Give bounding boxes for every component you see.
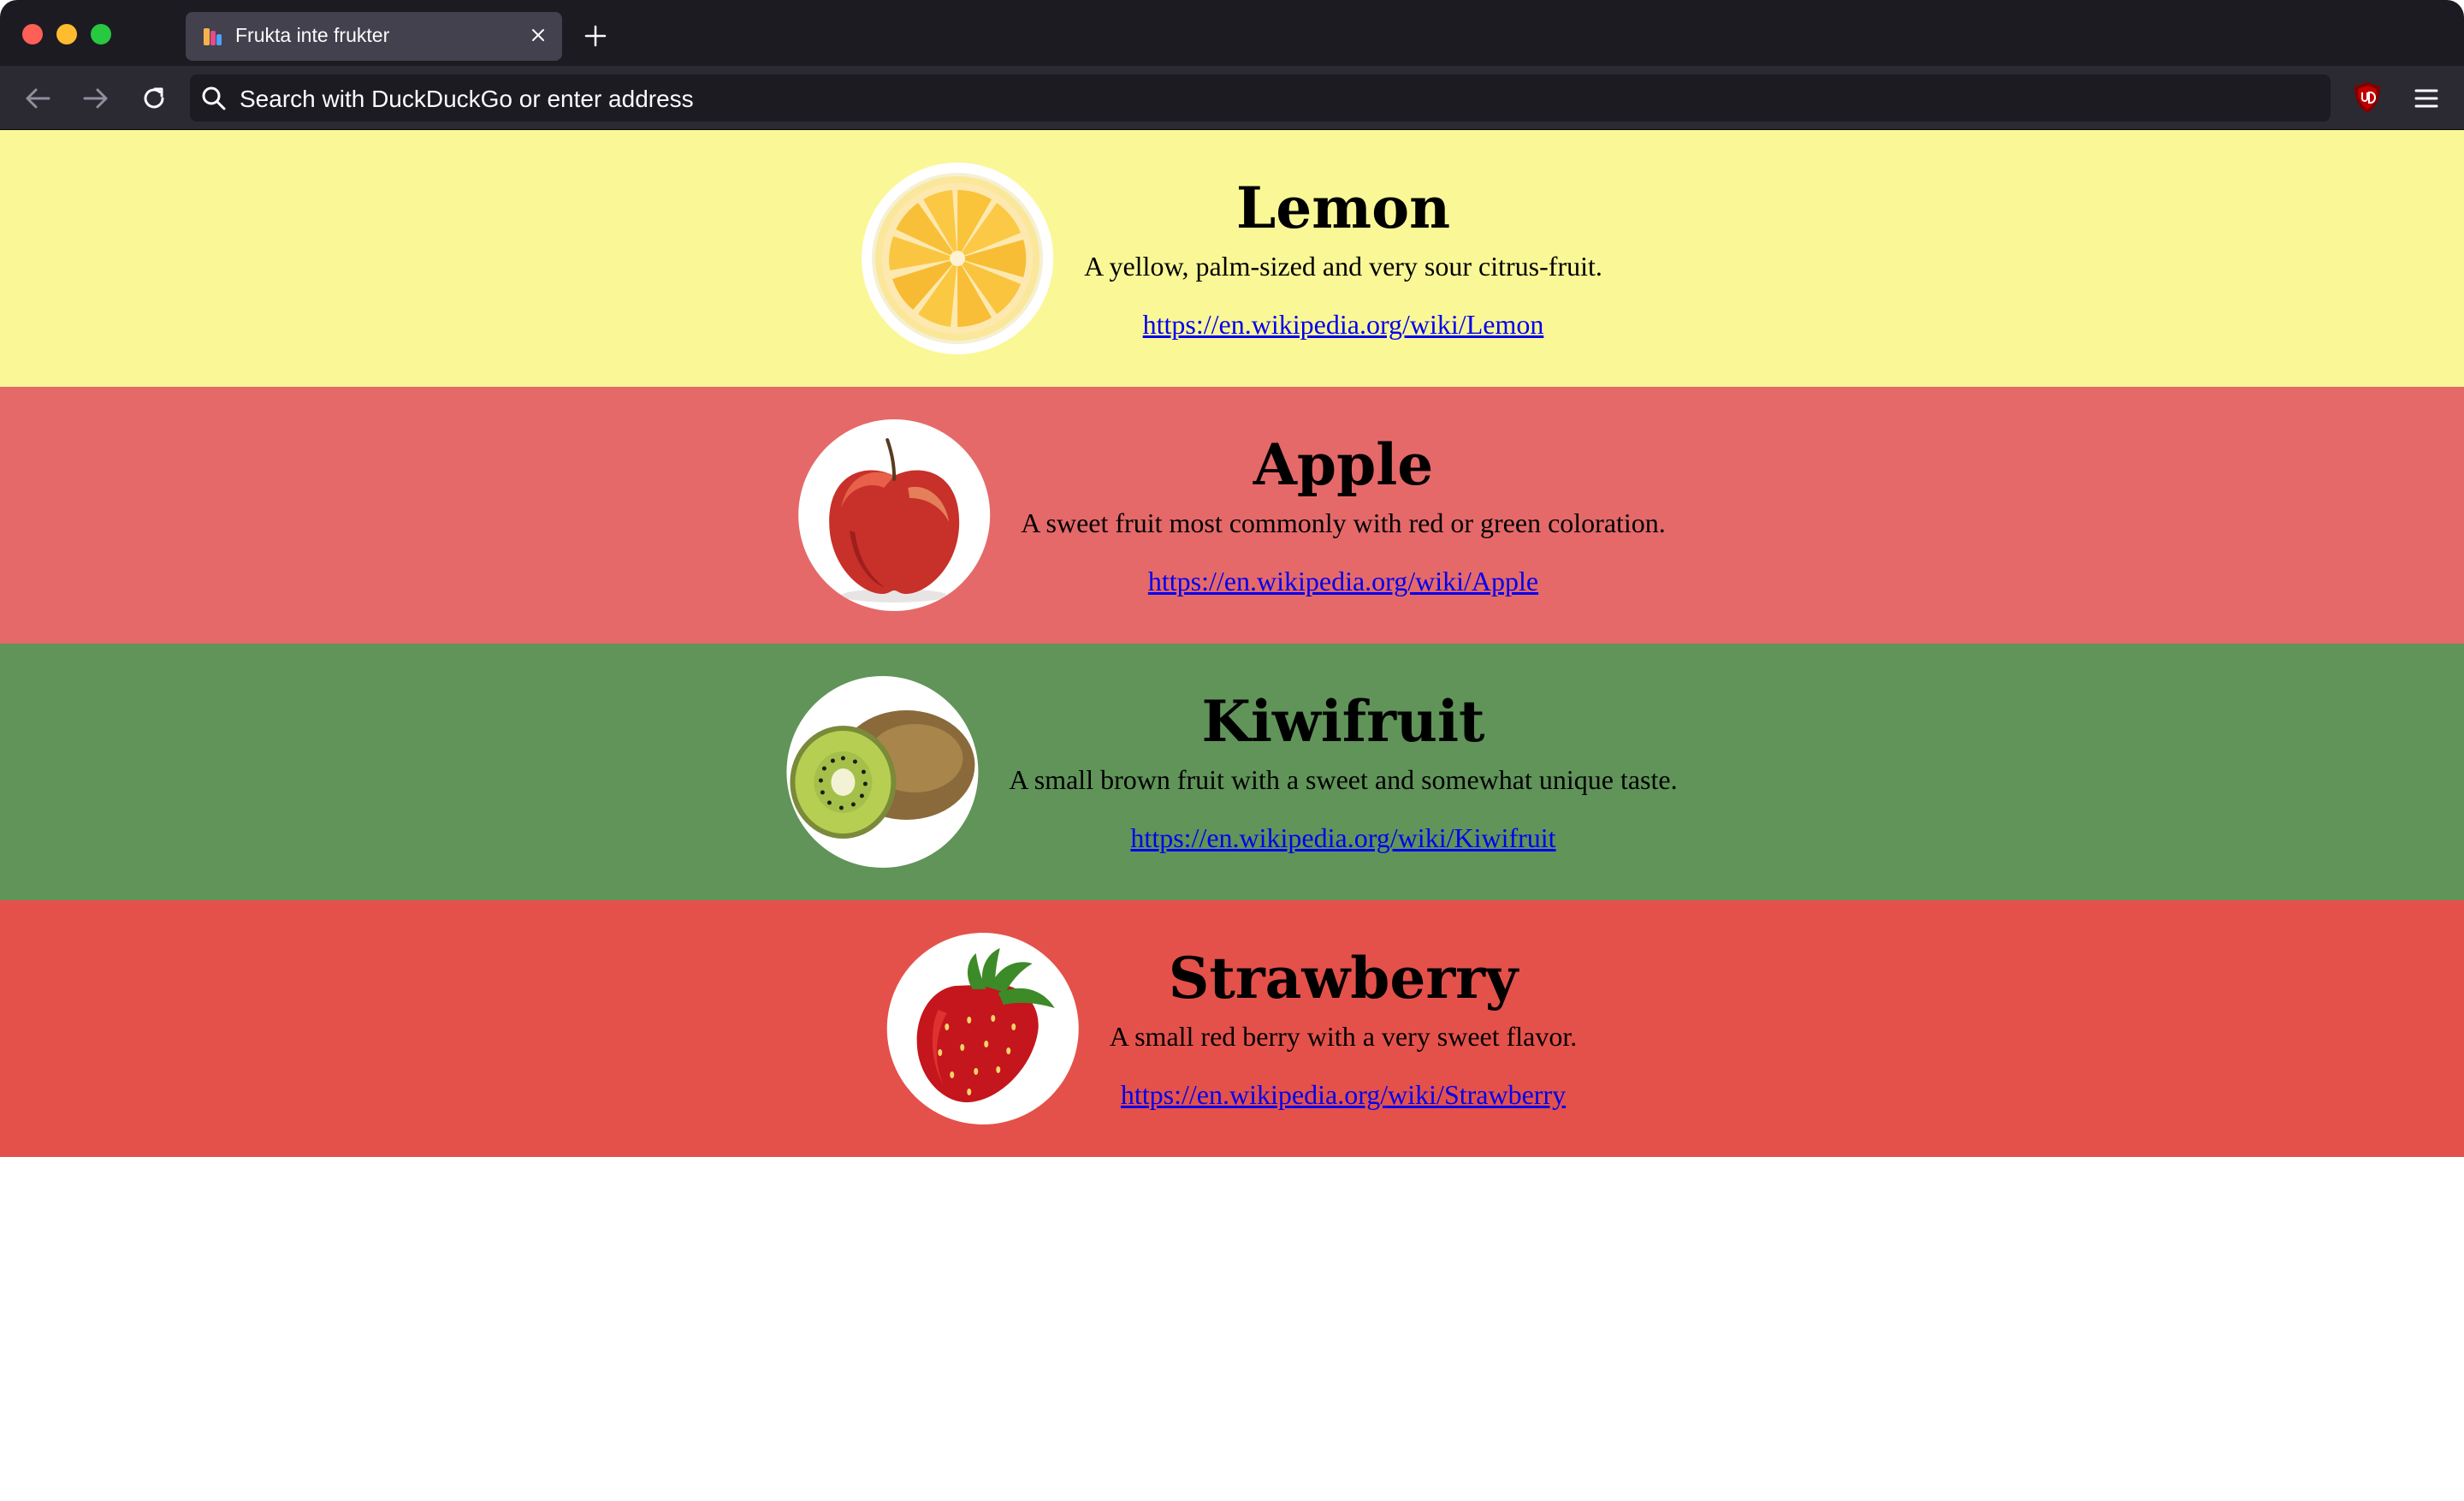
fruit-wiki-link[interactable]: https://en.wikipedia.org/wiki/Strawberry xyxy=(1121,1077,1566,1112)
navigation-toolbar: Search with DuckDuckGo or enter address xyxy=(0,66,2464,130)
browser-window: Frukta inte frukter Search with DuckDuck… xyxy=(0,0,2464,1501)
hamburger-menu-icon[interactable] xyxy=(2409,83,2443,114)
fruit-section-strawberry: Strawberry A small red berry with a very… xyxy=(0,900,2464,1157)
fruit-wiki-link[interactable]: https://en.wikipedia.org/wiki/Apple xyxy=(1148,564,1538,598)
zoom-window-button[interactable] xyxy=(91,24,111,44)
plus-icon xyxy=(584,25,607,47)
fruit-wiki-link[interactable]: https://en.wikipedia.org/wiki/Kiwifruit xyxy=(1130,821,1555,855)
minimize-window-button[interactable] xyxy=(56,24,77,44)
page-content: Lemon A yellow, palm-sized and very sour… xyxy=(0,130,2464,1501)
apple-image xyxy=(798,419,991,611)
fruit-description: A sweet fruit most commonly with red or … xyxy=(1021,507,1666,538)
arrow-right-icon xyxy=(83,88,108,109)
forward-button[interactable] xyxy=(77,80,115,117)
fruit-wiki-link[interactable]: https://en.wikipedia.org/wiki/Lemon xyxy=(1143,307,1544,341)
fruit-description: A small red berry with a very sweet flav… xyxy=(1109,1021,1578,1052)
fruit-title: Strawberry xyxy=(1168,945,1519,1012)
lemon-slice-image xyxy=(862,163,1054,354)
fruit-title: Kiwifruit xyxy=(1201,688,1485,755)
arrow-left-icon xyxy=(26,88,50,109)
tab-close-button[interactable] xyxy=(526,23,550,47)
ublock-origin-icon[interactable] xyxy=(2351,80,2384,115)
close-icon xyxy=(532,29,544,41)
close-window-button[interactable] xyxy=(22,24,43,44)
fruit-section-apple: Apple A sweet fruit most commonly with r… xyxy=(0,387,2464,644)
tab-active[interactable]: Frukta inte frukter xyxy=(186,12,562,61)
address-bar[interactable]: Search with DuckDuckGo or enter address xyxy=(190,74,2331,122)
strawberry-image xyxy=(886,933,1079,1124)
search-icon xyxy=(202,86,226,110)
fruit-section-kiwifruit: Kiwifruit A small brown fruit with a swe… xyxy=(0,644,2464,900)
new-tab-button[interactable] xyxy=(580,21,611,51)
back-button[interactable] xyxy=(19,80,56,117)
favicon-icon xyxy=(204,28,222,45)
reload-icon xyxy=(144,87,164,109)
reload-button[interactable] xyxy=(135,80,173,117)
fruit-description: A small brown fruit with a sweet and som… xyxy=(1009,764,1678,795)
fruit-description: A yellow, palm-sized and very sour citru… xyxy=(1084,251,1602,282)
tab-title: Frukta inte frukter xyxy=(235,24,390,46)
fruit-title: Lemon xyxy=(1235,175,1451,241)
kiwi-image xyxy=(786,676,979,868)
address-input[interactable]: Search with DuckDuckGo or enter address xyxy=(240,86,694,113)
fruit-title: Apple xyxy=(1253,431,1434,498)
fruit-section-lemon: Lemon A yellow, palm-sized and very sour… xyxy=(0,130,2464,387)
tab-strip: Frukta inte frukter xyxy=(0,0,2464,66)
